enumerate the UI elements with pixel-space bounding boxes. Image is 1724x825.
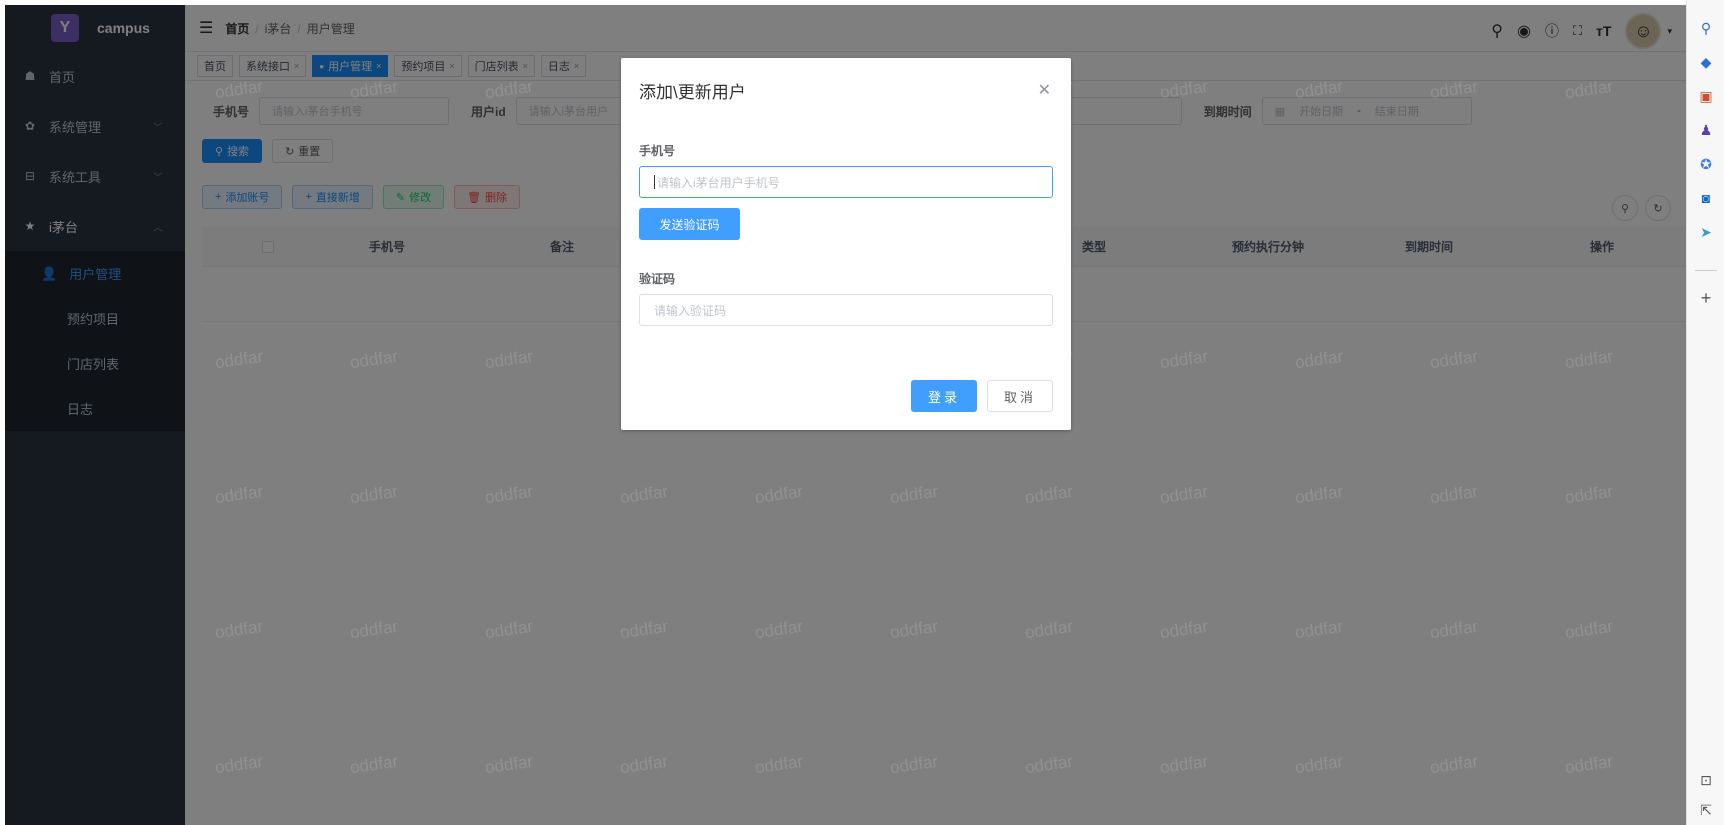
browser-sidebar: ⚲ ◆ ▣ ♟ ✪ ◙ ➤ + ⊡ ⇱ bbox=[1686, 0, 1724, 825]
text-caret bbox=[654, 175, 655, 189]
cancel-button[interactable]: 取消 bbox=[987, 380, 1053, 412]
dialog-code-label: 验证码 bbox=[639, 272, 676, 286]
close-icon[interactable]: ✕ bbox=[1038, 80, 1051, 100]
login-button[interactable]: 登录 bbox=[911, 380, 977, 412]
send-icon[interactable]: ➤ bbox=[1696, 222, 1716, 242]
send-code-button[interactable]: 发送验证码 bbox=[639, 208, 740, 240]
dialog-code-input[interactable]: 请输入验证码 bbox=[639, 294, 1053, 326]
games-icon[interactable]: ♟ bbox=[1696, 120, 1716, 140]
dialog-title: 添加\更新用户 bbox=[639, 83, 746, 102]
add-update-user-dialog: 添加\更新用户 ✕ 手机号 请输入i茅台用户手机号 发送验证码 验证码 请输入验… bbox=[621, 58, 1071, 430]
dialog-phone-label: 手机号 bbox=[639, 144, 676, 158]
search-icon[interactable]: ⚲ bbox=[1696, 18, 1716, 38]
screenshot-icon[interactable]: ⊡ bbox=[1696, 770, 1716, 790]
outlook-icon[interactable]: ◙ bbox=[1696, 188, 1716, 208]
dialog-phone-input[interactable]: 请输入i茅台用户手机号 bbox=[639, 166, 1053, 198]
plus-icon[interactable]: + bbox=[1696, 288, 1716, 308]
tag-icon[interactable]: ◆ bbox=[1696, 52, 1716, 72]
external-link-icon[interactable]: ⇱ bbox=[1696, 800, 1716, 820]
briefcase-icon[interactable]: ▣ bbox=[1696, 86, 1716, 106]
copilot-icon[interactable]: ✪ bbox=[1696, 154, 1716, 174]
